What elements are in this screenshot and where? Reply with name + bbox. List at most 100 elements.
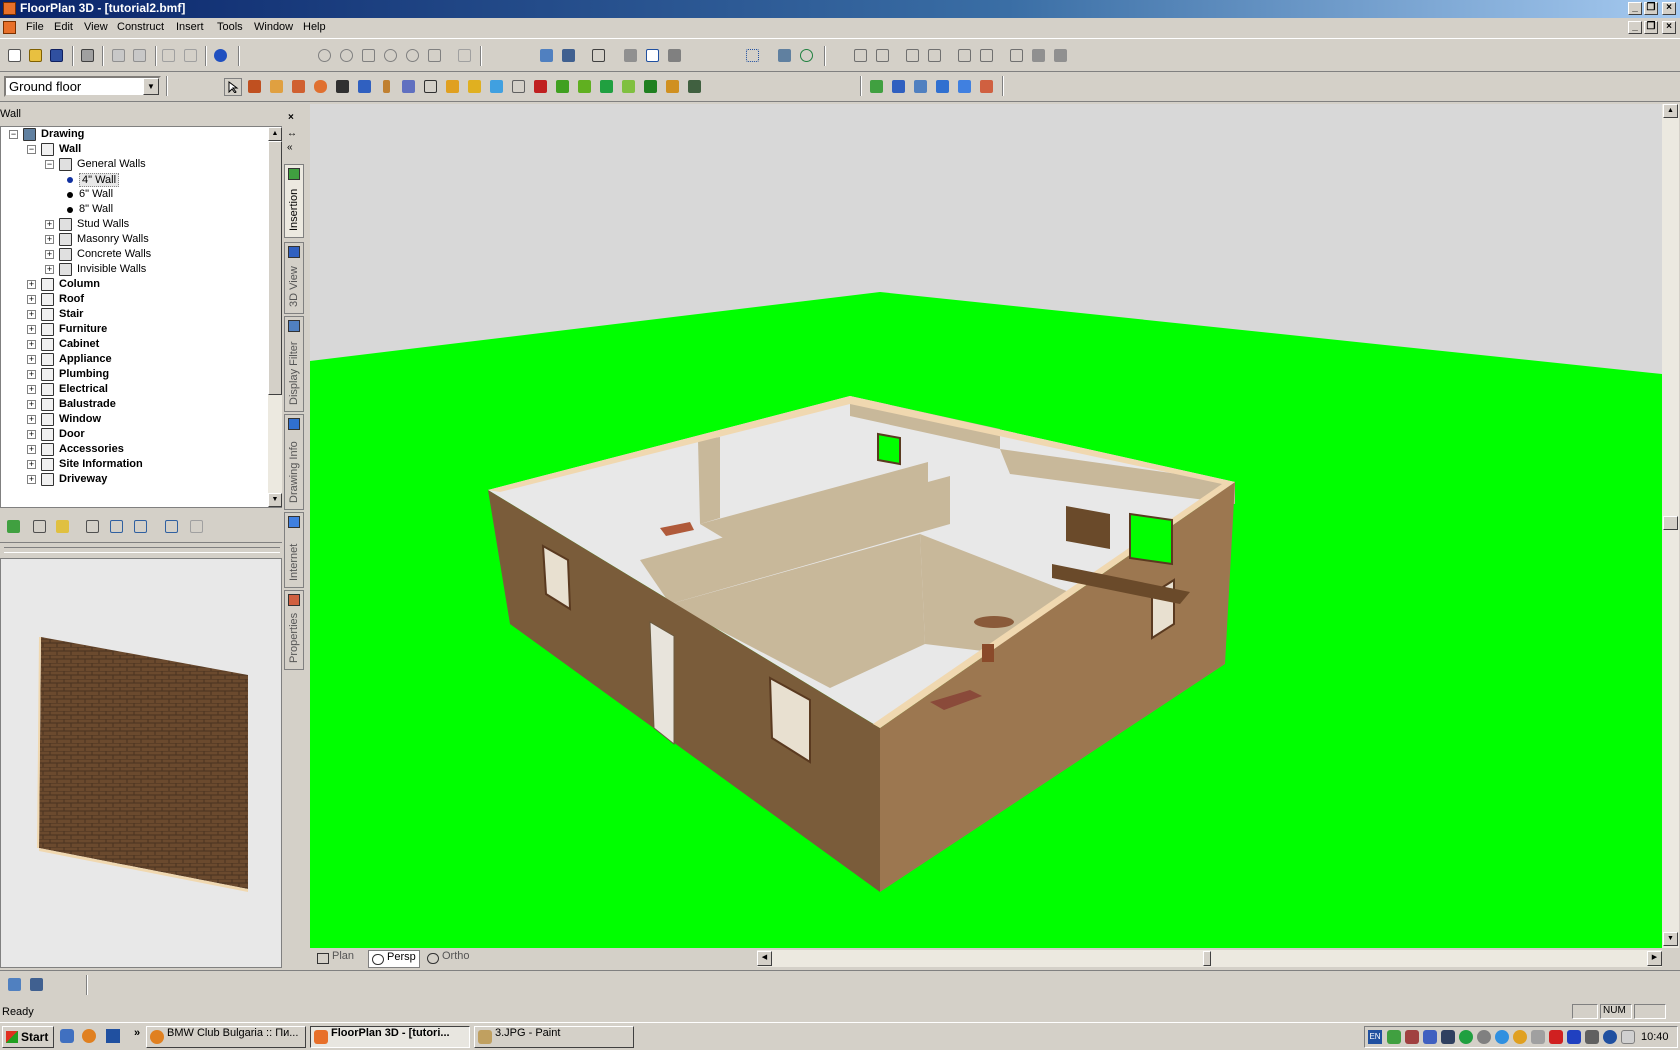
refresh-button[interactable] [798, 47, 816, 65]
print-button[interactable] [79, 47, 97, 65]
task-paint[interactable]: 3.JPG - Paint [474, 1026, 634, 1048]
save-button[interactable] [48, 47, 66, 65]
zoom-in-button[interactable] [316, 47, 334, 65]
menu-tools[interactable]: Tools [217, 21, 243, 33]
menu-window[interactable]: Window [254, 21, 293, 33]
terrain-tool-button[interactable] [554, 78, 572, 96]
tree-node-4-wall[interactable]: 4" Wall [1, 172, 267, 188]
tab-insertion[interactable]: Insertion [284, 164, 304, 238]
catalog-tree[interactable]: − Drawing − Wall − General Walls 4" Wall 6" Wal… [0, 126, 282, 508]
show-desktop-icon[interactable] [60, 1029, 74, 1043]
tree-node-8-wall[interactable]: 8" Wall [1, 202, 267, 218]
minimize-button[interactable]: _ [1628, 2, 1642, 15]
tree-node-door[interactable]: + Door [1, 427, 267, 443]
tray-app-icon[interactable] [1495, 1030, 1509, 1044]
distribute-button[interactable] [1008, 47, 1026, 65]
library-button[interactable] [28, 976, 46, 994]
fence-tool-button[interactable] [642, 78, 660, 96]
path-tool-button[interactable] [510, 78, 528, 96]
menu-construct[interactable]: Construct [117, 21, 164, 33]
collapse-icon[interactable]: − [45, 160, 54, 169]
ungroup-button[interactable] [1052, 47, 1070, 65]
tree-node-invisible-walls[interactable]: + Invisible Walls [1, 262, 267, 278]
sign-tool-button[interactable] [598, 78, 616, 96]
tree-node-cabinet[interactable]: + Cabinet [1, 337, 267, 353]
zoom-all-button[interactable] [426, 47, 444, 65]
tree-node-plumbing[interactable]: + Plumbing [1, 367, 267, 383]
expand-icon[interactable]: + [27, 355, 36, 364]
scroll-thumb[interactable] [268, 141, 282, 395]
tray-app-icon[interactable] [1387, 1030, 1401, 1044]
scroll-down-arrow-icon[interactable]: ▼ [268, 493, 282, 507]
tree-node-wall[interactable]: − Wall [1, 142, 267, 158]
tray-app-icon[interactable] [1423, 1030, 1437, 1044]
app-icon[interactable] [3, 2, 16, 15]
expand-icon[interactable]: + [27, 445, 36, 454]
tray-app-icon[interactable] [1567, 1030, 1581, 1044]
tray-app-icon[interactable] [1603, 1030, 1617, 1044]
zoom-window-button[interactable] [360, 47, 378, 65]
deck-tool-button[interactable] [620, 78, 638, 96]
fireplace-tool-button[interactable] [532, 78, 550, 96]
properties-button[interactable] [978, 78, 996, 96]
wall-tool-button[interactable] [246, 78, 264, 96]
task-floorplan[interactable]: FloorPlan 3D - [tutori... [310, 1026, 470, 1048]
expand-icon[interactable]: + [27, 430, 36, 439]
start-button[interactable]: Start [2, 1026, 54, 1048]
scroll-right-arrow-icon[interactable]: ▶ [1647, 951, 1662, 966]
scroll-down-arrow-icon[interactable]: ▼ [1663, 932, 1678, 946]
expand-icon[interactable]: + [27, 415, 36, 424]
stack-tool-button[interactable] [466, 78, 484, 96]
curved-wall-tool-button[interactable] [268, 78, 286, 96]
slab-tool-button[interactable] [488, 78, 506, 96]
expand-icon[interactable]: + [45, 220, 54, 229]
firefox-icon[interactable] [82, 1029, 96, 1043]
copy-button[interactable] [110, 47, 128, 65]
box-tool-button[interactable] [444, 78, 462, 96]
tree-node-electrical[interactable]: + Electrical [1, 382, 267, 398]
tree-node-general-walls[interactable]: − General Walls [1, 157, 267, 173]
drawing-info-button[interactable] [934, 78, 952, 96]
expand-icon[interactable]: + [27, 385, 36, 394]
material-button[interactable] [666, 47, 684, 65]
tray-app-icon[interactable] [1549, 1030, 1563, 1044]
insert-mode-button[interactable] [868, 78, 886, 96]
menu-help[interactable]: Help [303, 21, 326, 33]
grid-button[interactable] [744, 47, 762, 65]
close-button[interactable]: × [1662, 2, 1676, 15]
align-bottom-button[interactable] [926, 47, 944, 65]
doc-close-button[interactable]: × [1662, 21, 1676, 34]
expand-icon[interactable]: + [27, 295, 36, 304]
open-file-button[interactable] [27, 47, 45, 65]
catalog-button[interactable] [538, 47, 556, 65]
align-top-button[interactable] [904, 47, 922, 65]
tree-node-concrete-walls[interactable]: + Concrete Walls [1, 247, 267, 263]
tree-scrollbar[interactable]: ▲ ▼ [268, 127, 282, 507]
expand-icon[interactable]: + [27, 340, 36, 349]
tray-app-icon[interactable] [1513, 1030, 1527, 1044]
expand-icon[interactable]: + [45, 235, 54, 244]
expand-icon[interactable]: + [45, 250, 54, 259]
tree-node-stair[interactable]: + Stair [1, 307, 267, 323]
select-tool-button[interactable] [224, 78, 242, 96]
tree-node-accessories[interactable]: + Accessories [1, 442, 267, 458]
roof-tool-button[interactable] [312, 78, 330, 96]
tree-node-stud-walls[interactable]: + Stud Walls [1, 217, 267, 233]
layers-button[interactable] [776, 47, 794, 65]
expand-icon[interactable]: + [27, 325, 36, 334]
window-tool-button[interactable] [356, 78, 374, 96]
tray-app-icon[interactable] [1585, 1030, 1599, 1044]
tab-internet[interactable]: Internet [284, 512, 304, 588]
tab-ortho[interactable]: Ortho [424, 950, 480, 968]
table-button[interactable] [644, 47, 662, 65]
3d-house-button[interactable] [890, 78, 908, 96]
undo-button[interactable] [160, 47, 178, 65]
center-v-button[interactable] [978, 47, 996, 65]
expand-icon[interactable]: + [27, 460, 36, 469]
tree-node-masonry-walls[interactable]: + Masonry Walls [1, 232, 267, 248]
3d-viewport[interactable] [310, 104, 1662, 948]
scroll-thumb[interactable] [1203, 951, 1211, 966]
panel-collapse-icon[interactable]: « [287, 142, 293, 153]
word-icon[interactable] [106, 1029, 120, 1043]
redo-button[interactable] [182, 47, 200, 65]
